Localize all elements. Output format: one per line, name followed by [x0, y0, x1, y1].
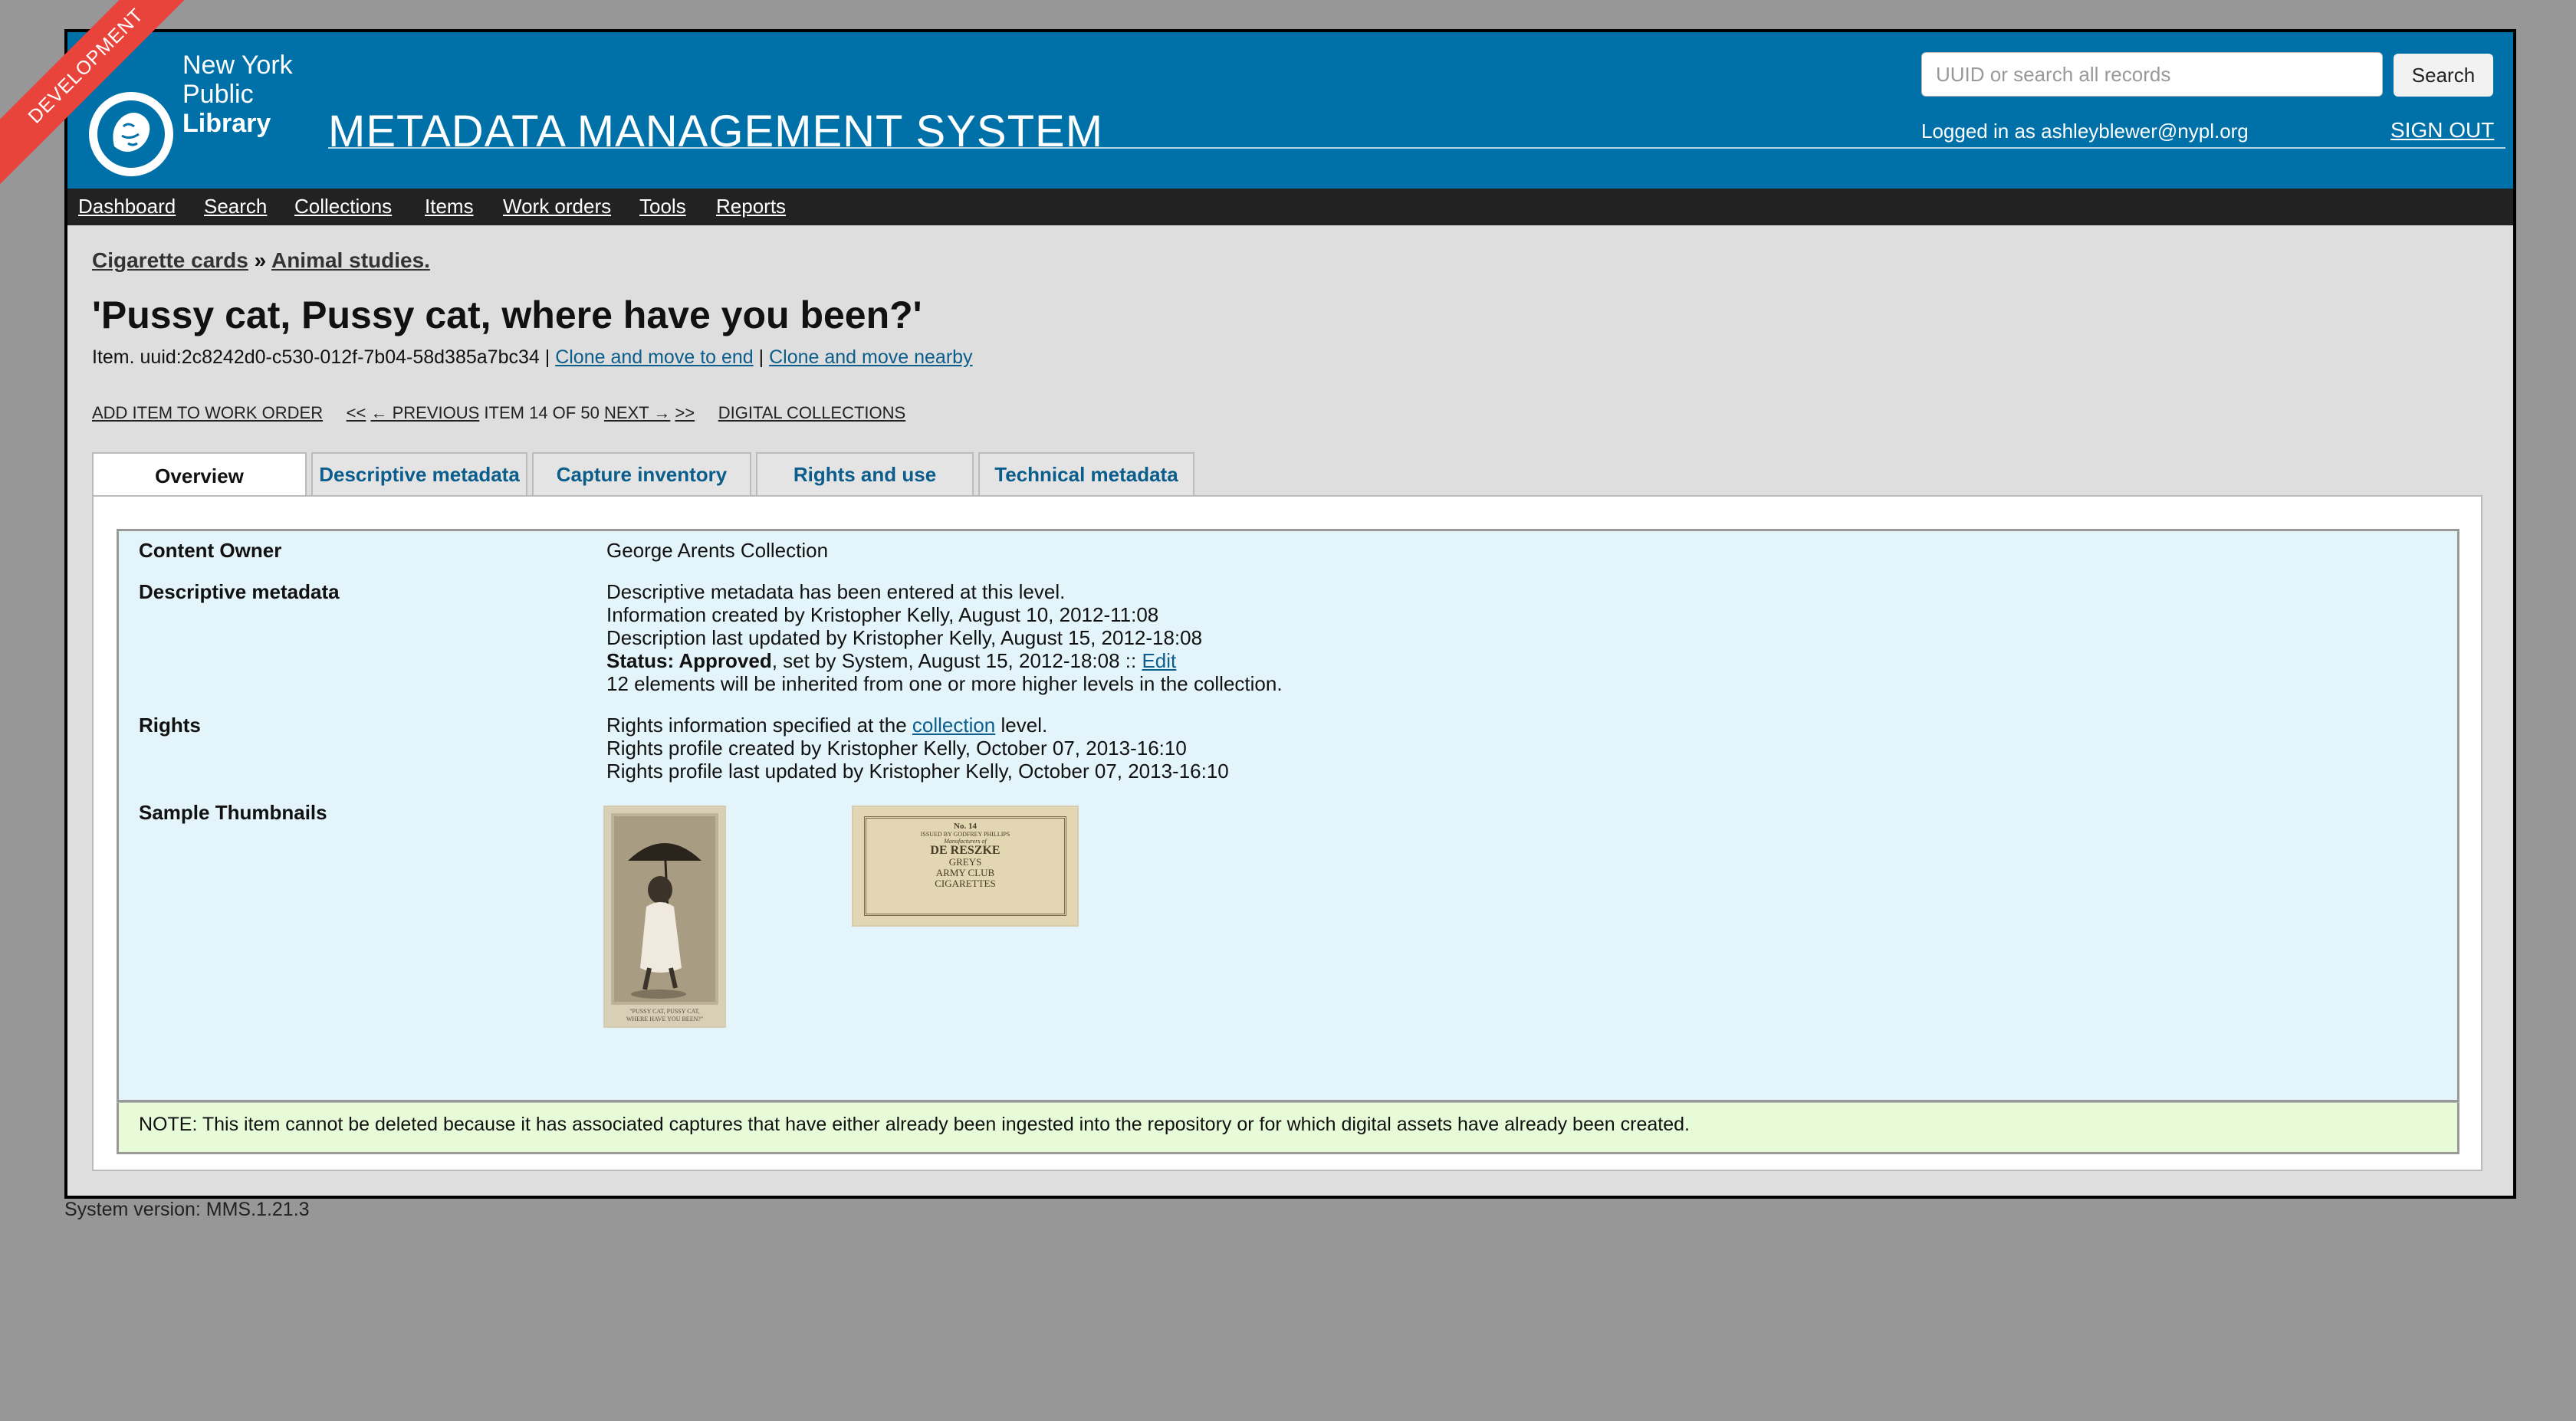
- item-position: ITEM 14 OF 50: [484, 403, 600, 422]
- descriptive-line: 12 elements will be inherited from one o…: [606, 672, 1283, 695]
- card-back-line: CIGARETTES: [935, 878, 996, 889]
- collection-link[interactable]: collection: [912, 714, 995, 737]
- rights-text: Rights information specified at the: [606, 714, 912, 737]
- item-actions: ADD ITEM TO WORK ORDER << ← PREVIOUS ITE…: [92, 403, 905, 423]
- breadcrumb-current-link[interactable]: Animal studies.: [271, 248, 430, 272]
- app-frame: New York Public Library METADATA MANAGEM…: [64, 29, 2516, 1199]
- rights-label: Rights: [139, 714, 201, 737]
- next-item-link[interactable]: NEXT →: [604, 403, 670, 422]
- search-input[interactable]: [1921, 52, 2383, 97]
- edit-status-link[interactable]: Edit: [1142, 649, 1176, 672]
- logo-line: Public: [182, 80, 254, 109]
- overview-info-box: Content Owner George Arents Collection D…: [117, 529, 2459, 1102]
- nav-tools[interactable]: Tools: [639, 195, 686, 218]
- card-caption-line: WHERE HAVE YOU BEEN?": [626, 1016, 704, 1022]
- main-nav: Dashboard Search Collections Items Work …: [67, 189, 2513, 225]
- last-item-link[interactable]: >>: [675, 403, 695, 422]
- tab-rights-and-use[interactable]: Rights and use: [756, 452, 974, 495]
- clone-move-nearby-link[interactable]: Clone and move nearby: [769, 346, 972, 368]
- add-to-work-order-link[interactable]: ADD ITEM TO WORK ORDER: [92, 403, 323, 422]
- rights-line: Rights profile last updated by Kristophe…: [606, 760, 1229, 783]
- search-button[interactable]: Search: [2394, 54, 2493, 97]
- rights-line: Rights information specified at the coll…: [606, 714, 2431, 737]
- descriptive-metadata-label: Descriptive metadata: [139, 580, 340, 603]
- nypl-logo[interactable]: New York Public Library: [89, 51, 350, 181]
- page-title: 'Pussy cat, Pussy cat, where have you be…: [92, 294, 922, 336]
- app-title: METADATA MANAGEMENT SYSTEM: [328, 107, 1104, 156]
- nav-reports[interactable]: Reports: [716, 195, 786, 218]
- card-back-line: DE RESZKE: [930, 844, 1001, 857]
- nav-work-orders[interactable]: Work orders: [503, 195, 611, 218]
- logged-in-text: Logged in as ashleyblewer@nypl.org: [1921, 120, 2249, 143]
- descriptive-line: Descriptive metadata has been entered at…: [606, 580, 1066, 603]
- rights-text: level.: [995, 714, 1048, 737]
- content-owner-label: Content Owner: [139, 539, 282, 562]
- logo-line: Library: [182, 109, 271, 138]
- status-line: Status: Approved, set by System, August …: [606, 649, 2431, 672]
- breadcrumb-parent-link[interactable]: Cigarette cards: [92, 248, 248, 272]
- card-caption-line: "PUSSY CAT, PUSSY CAT,: [629, 1008, 700, 1015]
- previous-item-link[interactable]: ← PREVIOUS: [370, 403, 479, 422]
- item-uuid: Item. uuid:2c8242d0-c530-012f-7b04-58d38…: [92, 346, 540, 368]
- card-back-line: GREYS: [948, 856, 982, 868]
- content-owner-value: George Arents Collection: [606, 539, 829, 562]
- tab-technical-metadata[interactable]: Technical metadata: [978, 452, 1194, 495]
- thumbnail-card-back[interactable]: No. 14 ISSUED BY GODFREY PHILLIPS Manufa…: [852, 806, 1079, 927]
- descriptive-line: Description last updated by Kristopher K…: [606, 626, 1203, 649]
- card-back-line: No. 14: [954, 822, 977, 831]
- nav-dashboard[interactable]: Dashboard: [78, 195, 176, 218]
- nav-search[interactable]: Search: [204, 195, 267, 218]
- sign-out-link[interactable]: SIGN OUT: [2390, 118, 2494, 143]
- nav-collections[interactable]: Collections: [294, 195, 392, 218]
- overview-panel: Content Owner George Arents Collection D…: [92, 495, 2482, 1171]
- card-front-caption: "PUSSY CAT, PUSSY CAT, WHERE HAVE YOU BE…: [605, 1008, 724, 1023]
- breadcrumb: Cigarette cards » Animal studies.: [92, 248, 430, 273]
- card-back-line: ARMY CLUB: [935, 867, 995, 878]
- card-back-print: No. 14 ISSUED BY GODFREY PHILLIPS Manufa…: [864, 816, 1066, 916]
- item-identifier-line: Item. uuid:2c8242d0-c530-012f-7b04-58d38…: [92, 346, 973, 369]
- rights-line: Rights profile created by Kristopher Kel…: [606, 737, 1187, 760]
- header: New York Public Library METADATA MANAGEM…: [67, 32, 2513, 189]
- logo-line: New York: [182, 51, 293, 80]
- sample-thumbnails-label: Sample Thumbnails: [139, 801, 327, 824]
- deletion-note: NOTE: This item cannot be deleted becaus…: [117, 1102, 2459, 1154]
- system-version: System version: MMS.1.21.3: [64, 1199, 310, 1220]
- thumbnail-card-front[interactable]: "PUSSY CAT, PUSSY CAT, WHERE HAVE YOU BE…: [603, 806, 726, 1028]
- rights-value: Rights information specified at the coll…: [606, 714, 2431, 783]
- first-item-link[interactable]: <<: [347, 403, 366, 422]
- separator: |: [544, 346, 550, 368]
- breadcrumb-separator: »: [254, 248, 267, 272]
- descriptive-line: Information created by Kristopher Kelly,…: [606, 603, 1159, 626]
- nav-items[interactable]: Items: [425, 195, 474, 218]
- card-back-line: ISSUED BY GODFREY PHILLIPS: [920, 831, 1010, 838]
- header-divider: [328, 147, 2505, 149]
- tab-overview[interactable]: Overview: [92, 452, 307, 498]
- app-window: New York Public Library METADATA MANAGEM…: [67, 32, 2513, 1196]
- status-label: Status: Approved: [606, 649, 772, 672]
- card-front-image: [611, 813, 718, 1005]
- tab-descriptive-metadata[interactable]: Descriptive metadata: [311, 452, 527, 495]
- separator: |: [758, 346, 764, 368]
- lion-logo-icon: [89, 92, 173, 176]
- digital-collections-link[interactable]: DIGITAL COLLECTIONS: [718, 403, 906, 422]
- logo-wordmark: New York Public Library: [182, 51, 293, 138]
- clone-move-end-link[interactable]: Clone and move to end: [555, 346, 754, 368]
- status-detail: , set by System, August 15, 2012-18:08 :…: [771, 649, 1142, 672]
- tab-capture-inventory[interactable]: Capture inventory: [532, 452, 751, 495]
- descriptive-metadata-value: Descriptive metadata has been entered at…: [606, 580, 2431, 695]
